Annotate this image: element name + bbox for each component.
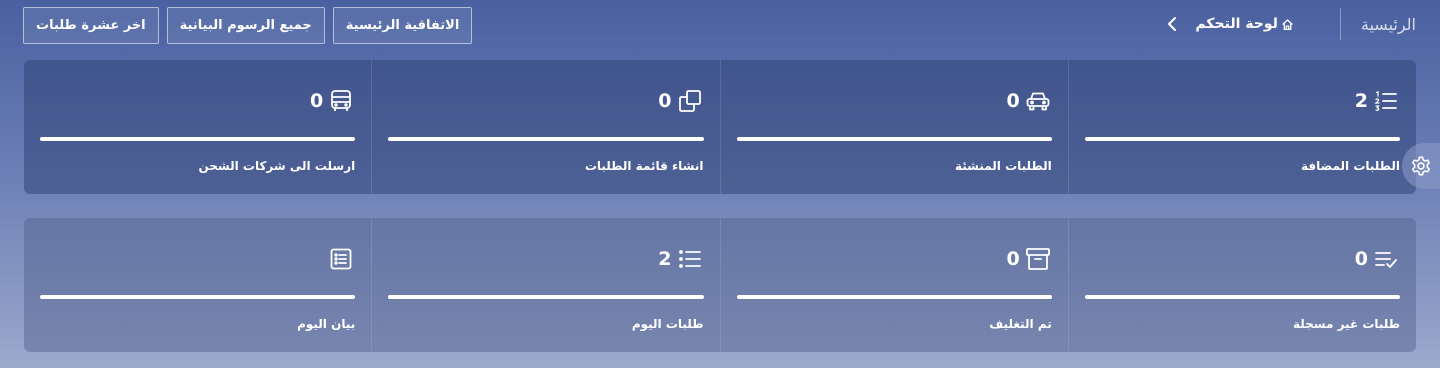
breadcrumb-divider bbox=[1339, 8, 1341, 40]
breadcrumb-dashboard-label: لوحة التحكم bbox=[1195, 16, 1278, 32]
settings-button[interactable] bbox=[1402, 143, 1440, 189]
stat-card-created-orders[interactable]: 0 الطلبات المنشئة bbox=[719, 60, 1068, 194]
today-orders-progress-bar bbox=[388, 295, 704, 299]
sent-to-shipping-progress-bar bbox=[40, 137, 356, 141]
list-numbered-icon bbox=[1372, 87, 1400, 115]
header-buttons: الاتفاقية الرئيسية جميع الرسوم البيانية … bbox=[23, 7, 473, 44]
unregistered-orders-progress-bar bbox=[1084, 295, 1400, 299]
packed-label: تم التغليف bbox=[989, 317, 1052, 331]
sent-to-shipping-count: 0 bbox=[310, 90, 324, 112]
stat-card-added-orders[interactable]: 2 الطلبات المضافة bbox=[1067, 60, 1416, 194]
create-orders-list-label: انشاء قائمة الطلبات bbox=[584, 159, 704, 173]
list-box-icon bbox=[327, 245, 355, 273]
house-icon bbox=[1281, 18, 1294, 31]
added-orders-count: 2 bbox=[1354, 90, 1368, 112]
stat-card-sent-to-shipping[interactable]: 0 ارسلت الى شركات الشحن bbox=[24, 60, 371, 194]
all-charts-button[interactable]: جميع الرسوم البيانية bbox=[166, 7, 325, 44]
create-orders-list-progress-bar bbox=[388, 137, 704, 141]
car-icon bbox=[1024, 87, 1052, 115]
stats-panel-daily: 0 طلبات غير مسجلة 0 تم التغليف 2 طلبات ا… bbox=[24, 218, 1416, 352]
today-orders-count: 2 bbox=[658, 248, 672, 270]
bus-icon bbox=[327, 87, 355, 115]
create-orders-list-count: 0 bbox=[658, 90, 672, 112]
packed-progress-bar bbox=[736, 295, 1052, 299]
today-statement-label: بيان اليوم bbox=[297, 317, 356, 331]
breadcrumb-dashboard[interactable]: لوحة التحكم bbox=[1195, 16, 1293, 32]
packed-count: 0 bbox=[1006, 248, 1020, 270]
top-bar: الاتفاقية الرئيسية جميع الرسوم البيانية … bbox=[0, 0, 1440, 50]
chevron-left-icon[interactable] bbox=[1163, 15, 1181, 33]
stat-card-packed[interactable]: 0 تم التغليف bbox=[719, 218, 1068, 352]
list-icon bbox=[676, 245, 704, 273]
archive-box-icon bbox=[1024, 245, 1052, 273]
today-orders-label: طلبات اليوم bbox=[631, 317, 704, 331]
copy-icon bbox=[676, 87, 704, 115]
added-orders-label: الطلبات المضافة bbox=[1301, 159, 1400, 173]
stats-panel-orders: 2 الطلبات المضافة 0 الطلبات المنشئة 0 ان… bbox=[24, 60, 1416, 194]
stat-card-today-statement[interactable]: بيان اليوم bbox=[24, 218, 371, 352]
unregistered-orders-count: 0 bbox=[1354, 248, 1368, 270]
unregistered-orders-label: طلبات غير مسجلة bbox=[1292, 317, 1400, 331]
breadcrumb-home[interactable]: الرئيسية bbox=[1341, 15, 1416, 34]
stat-card-today-orders[interactable]: 2 طلبات اليوم bbox=[371, 218, 719, 352]
today-statement-progress-bar bbox=[40, 295, 356, 299]
last-ten-orders-button[interactable]: اخر عشرة طلبات bbox=[23, 7, 159, 44]
stat-card-unregistered-orders[interactable]: 0 طلبات غير مسجلة bbox=[1067, 218, 1416, 352]
list-check-icon bbox=[1372, 245, 1400, 273]
breadcrumb: الرئيسية لوحة التحكم bbox=[1163, 8, 1416, 40]
stat-card-create-orders-list[interactable]: 0 انشاء قائمة الطلبات bbox=[371, 60, 719, 194]
created-orders-label: الطلبات المنشئة bbox=[954, 159, 1052, 173]
created-orders-progress-bar bbox=[736, 137, 1052, 141]
sent-to-shipping-label: ارسلت الى شركات الشحن bbox=[198, 159, 356, 173]
created-orders-count: 0 bbox=[1006, 90, 1020, 112]
gear-icon bbox=[1410, 155, 1432, 177]
main-agreement-button[interactable]: الاتفاقية الرئيسية bbox=[332, 7, 473, 44]
added-orders-progress-bar bbox=[1084, 137, 1400, 141]
